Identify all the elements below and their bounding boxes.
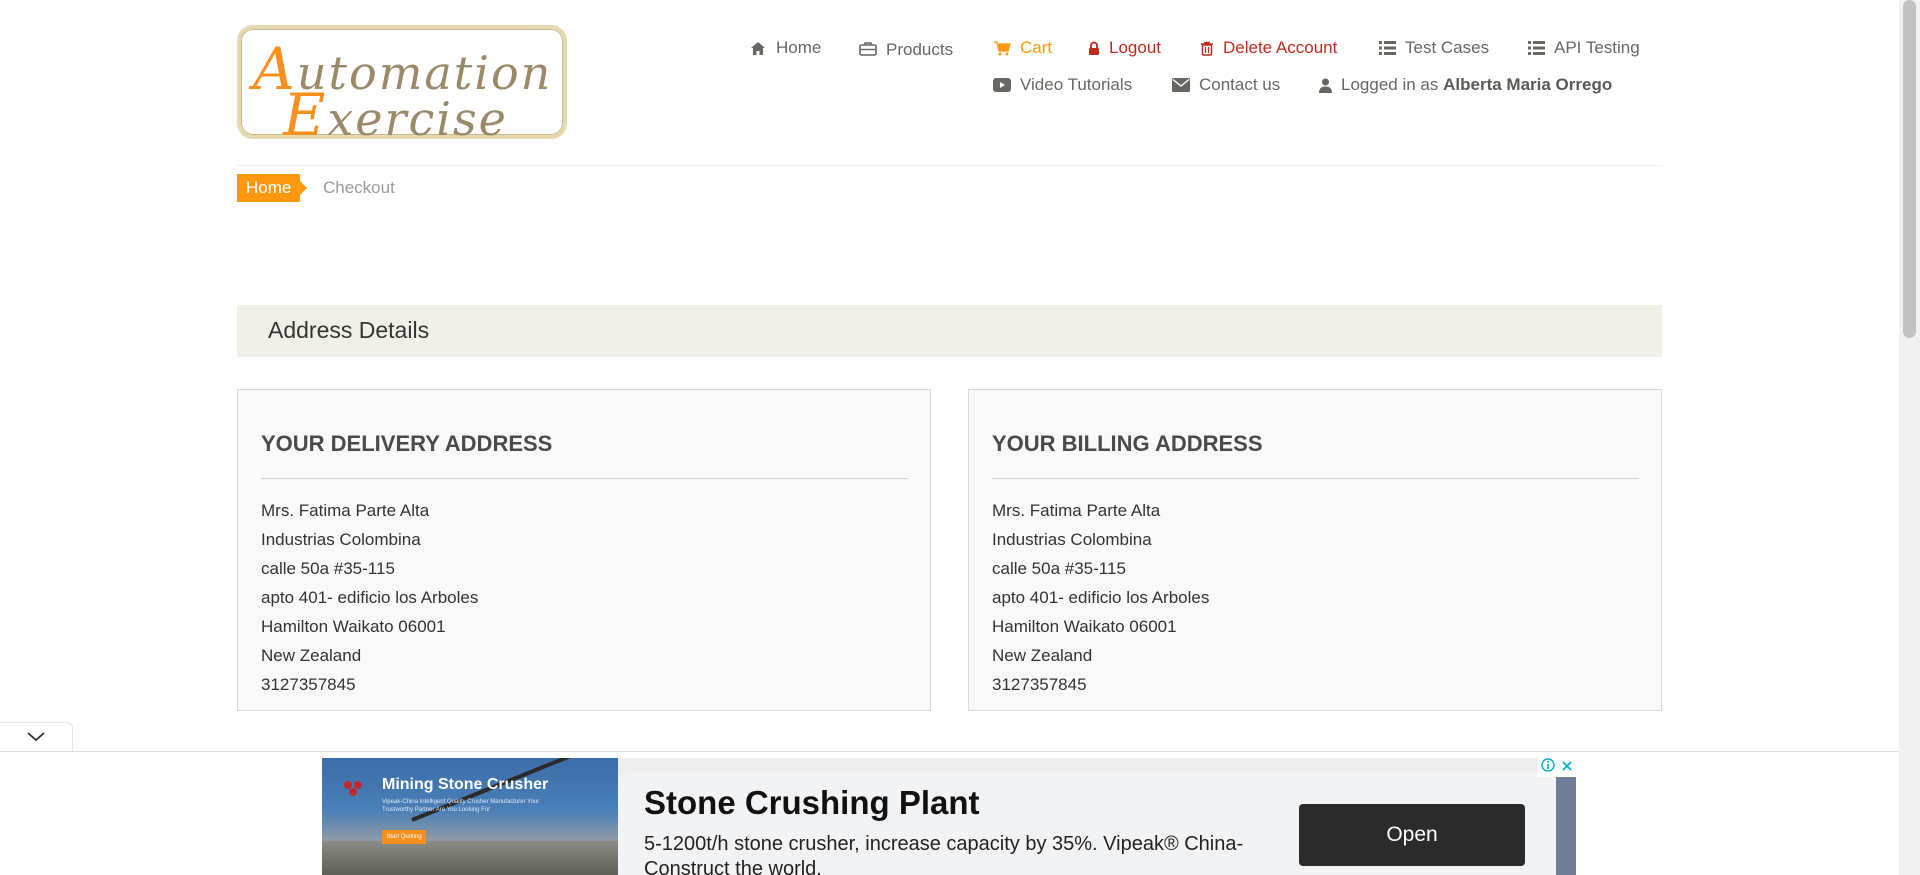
youtube-play-icon [993, 76, 1011, 94]
nav-logged-in-user: Logged in as Alberta Maria Orrego [1319, 75, 1612, 95]
billing-address-heading: YOUR BILLING ADDRESS [992, 431, 1263, 456]
lock-icon [1088, 39, 1100, 57]
nav-contact-us-label: Contact us [1199, 75, 1281, 94]
nav-api-testing[interactable]: API Testing [1527, 38, 1640, 58]
billing-address-box: YOUR BILLING ADDRESS Mrs. Fatima Parte A… [968, 389, 1662, 711]
nav-delete-account[interactable]: Delete Account [1200, 38, 1337, 58]
nav-video-tutorials-label: Video Tutorials [1020, 75, 1133, 94]
billing-country: New Zealand [992, 646, 1093, 665]
nav-delete-account-label: Delete Account [1223, 38, 1338, 57]
billing-divider [992, 478, 1639, 479]
billing-phone: 3127357845 [992, 675, 1087, 694]
delivery-address2: apto 401- edificio los Arboles [261, 588, 479, 607]
nav-cart[interactable]: Cart [993, 38, 1052, 58]
billing-address-lines: Mrs. Fatima Parte Alta Industrias Colomb… [992, 496, 1209, 699]
briefcase-icon [859, 39, 877, 57]
scrollbar-thumb[interactable] [1903, 0, 1916, 338]
quarry-graphic [322, 841, 618, 875]
breadcrumb-current: Checkout [323, 178, 395, 197]
ad-choices[interactable] [1538, 758, 1576, 777]
logo-line-2: Exercise [283, 81, 508, 149]
nav-test-cases[interactable]: Test Cases [1378, 38, 1489, 58]
billing-address2: apto 401- edificio los Arboles [992, 588, 1210, 607]
delivery-address-lines: Mrs. Fatima Parte Alta Industrias Colomb… [261, 496, 478, 699]
header-divider [237, 165, 1662, 166]
ad-description: 5-1200t/h stone crusher, increase capaci… [644, 833, 1244, 875]
ad-open-button[interactable]: Open [1299, 804, 1525, 866]
nav-home[interactable]: Home [749, 38, 821, 58]
address-details-header: Address Details [237, 305, 1662, 357]
billing-company: Industrias Colombina [992, 530, 1152, 549]
chevron-down-icon [27, 729, 45, 747]
nav-api-testing-label: API Testing [1554, 38, 1640, 57]
delivery-country: New Zealand [261, 646, 362, 665]
vipeak-logo-icon [342, 780, 368, 798]
nav-products[interactable]: Products [859, 38, 954, 59]
ad-collapse-button[interactable] [0, 722, 73, 753]
breadcrumb-home[interactable]: Home [237, 174, 308, 202]
close-icon[interactable] [1561, 759, 1573, 777]
ad-banner[interactable]: Mining Stone Crusher Vipeak-China Intell… [322, 758, 1576, 875]
delivery-address-heading: YOUR DELIVERY ADDRESS [261, 431, 553, 456]
nav-logout[interactable]: Logout [1088, 38, 1161, 58]
nav-products-label: Products [886, 40, 954, 59]
shopping-cart-icon [993, 39, 1011, 57]
nav-video-tutorials[interactable]: Video Tutorials [993, 75, 1132, 95]
ad-title[interactable]: Stone Crushing Plant [644, 784, 980, 822]
ad-image-subtitle: Vipeak-China Intelligent Quality Crusher… [382, 799, 540, 813]
envelope-icon [1172, 76, 1190, 94]
logged-in-text: Logged in as Alberta Maria Orrego [1341, 75, 1613, 94]
ad-top-border [0, 751, 1899, 752]
list-icon [1378, 39, 1396, 57]
site-logo[interactable]: Automation Exercise [237, 25, 567, 149]
nav-test-cases-label: Test Cases [1405, 38, 1490, 57]
delivery-phone: 3127357845 [261, 675, 356, 694]
billing-name: Mrs. Fatima Parte Alta [992, 501, 1161, 520]
logged-in-username: Alberta Maria Orrego [1443, 75, 1613, 94]
ad-image-button[interactable]: Start Quoting [382, 830, 426, 844]
page-scrollbar[interactable] [1899, 0, 1920, 875]
home-icon [749, 39, 767, 57]
list-icon [1527, 39, 1545, 57]
billing-address1: calle 50a #35-115 [992, 559, 1126, 578]
ad-image[interactable]: Mining Stone Crusher Vipeak-China Intell… [322, 758, 618, 875]
delivery-address1: calle 50a #35-115 [261, 559, 395, 578]
trash-icon [1200, 39, 1214, 57]
info-icon[interactable] [1541, 758, 1555, 777]
delivery-divider [261, 478, 908, 479]
delivery-address-box: YOUR DELIVERY ADDRESS Mrs. Fatima Parte … [237, 389, 931, 711]
user-icon [1319, 76, 1332, 94]
delivery-name: Mrs. Fatima Parte Alta [261, 501, 430, 520]
delivery-city-state-zip: Hamilton Waikato 06001 [261, 617, 446, 636]
nav-logout-label: Logout [1109, 38, 1161, 57]
address-details-title: Address Details [268, 317, 430, 343]
nav-contact-us[interactable]: Contact us [1172, 75, 1280, 95]
ad-image-title: Mining Stone Crusher [382, 776, 549, 793]
billing-city-state-zip: Hamilton Waikato 06001 [992, 617, 1177, 636]
delivery-company: Industrias Colombina [261, 530, 421, 549]
nav-home-label: Home [776, 38, 822, 57]
nav-cart-label: Cart [1020, 38, 1053, 57]
